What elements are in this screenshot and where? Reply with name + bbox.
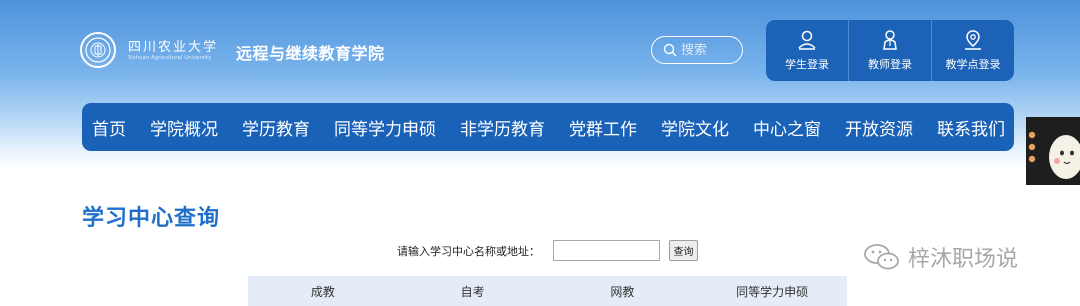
tab-adult-education[interactable]: 成教 [248,276,398,306]
nav-item-culture[interactable]: 学院文化 [661,115,729,140]
learning-center-search-input[interactable] [553,240,660,261]
nav-item-about[interactable]: 学院概况 [150,115,218,140]
nav-item-party-work[interactable]: 党群工作 [569,115,637,140]
location-pin-icon [965,30,981,50]
student-user-icon [798,30,816,50]
floating-widget[interactable] [1026,117,1080,185]
emblem-icon [85,37,111,63]
teaching-point-login-label: 教学点登录 [945,58,1001,71]
watermark-text: 梓沐职场说 [908,247,1019,272]
search-input[interactable] [681,42,737,58]
wechat-icon [864,244,899,270]
nav-item-open-resources[interactable]: 开放资源 [845,115,913,140]
search-icon[interactable] [663,43,677,57]
nav-item-degree-education[interactable]: 学历教育 [242,115,310,140]
category-tabs: 成教 自考 网教 同等学力申硕 [248,276,847,306]
nav-item-home[interactable]: 首页 [92,115,126,140]
site-title[interactable]: 远程与继续教育学院 [236,40,385,64]
university-emblem-icon[interactable] [80,32,116,68]
nav-item-equivalent-master[interactable]: 同等学力申硕 [334,115,436,140]
query-button[interactable]: 查询 [669,240,698,261]
teacher-user-icon [883,30,897,50]
nav-item-contact[interactable]: 联系我们 [937,115,1005,140]
tab-self-study-exam[interactable]: 自考 [398,276,548,306]
cartoon-mascot-icon [1028,131,1080,179]
page-title: 学习中心查询 [82,206,221,231]
nav-item-non-degree-education[interactable]: 非学历教育 [460,115,545,140]
teacher-login-button[interactable]: 教师登录 [849,20,932,81]
watermark: 梓沐职场说 [862,241,1018,273]
tab-equivalent-master[interactable]: 同等学力申硕 [697,276,847,306]
teaching-point-login-button[interactable]: 教学点登录 [932,20,1014,81]
main-navbar: 首页 学院概况 学历教育 同等学力申硕 非学历教育 党群工作 学院文化 中心之窗… [82,103,1014,151]
student-login-button[interactable]: 学生登录 [766,20,849,81]
university-name: 四川农业大学 [128,40,219,55]
university-name-en: Sichuan Agricultural University [128,55,212,61]
tab-online-education[interactable]: 网教 [548,276,698,306]
query-label: 请输入学习中心名称或地址： [397,245,540,258]
search-box[interactable] [651,36,743,64]
login-panel: 学生登录 教师登录 教学点登录 [766,20,1014,81]
nav-item-center-window[interactable]: 中心之窗 [753,115,821,140]
student-login-label: 学生登录 [785,58,829,71]
teacher-login-label: 教师登录 [868,58,912,71]
